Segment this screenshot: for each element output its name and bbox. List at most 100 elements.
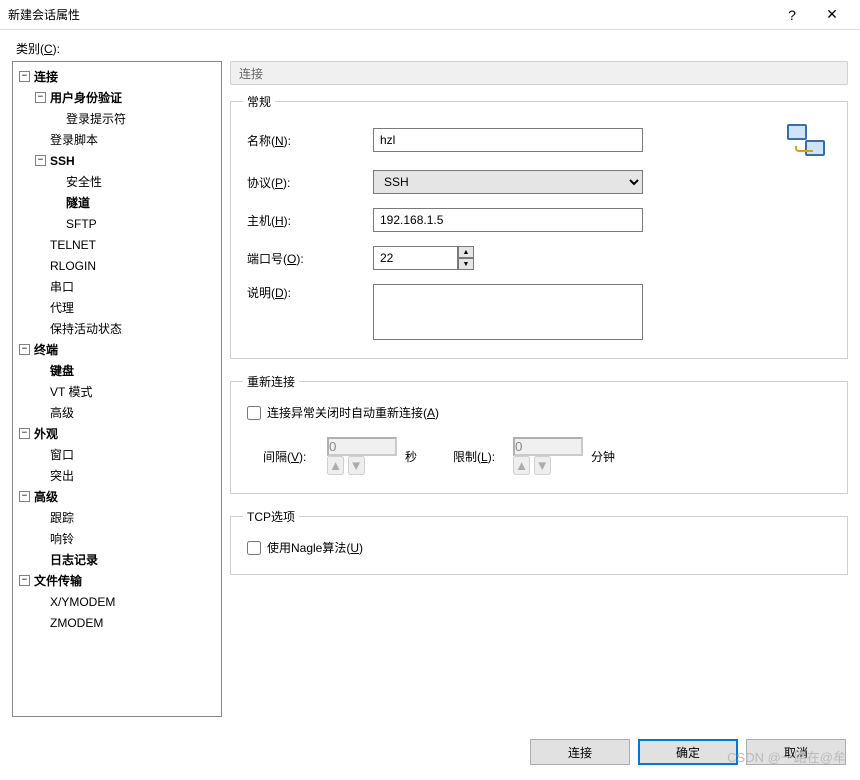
connect-button[interactable]: 连接 [530,739,630,765]
tree-item[interactable]: −终端 [13,339,221,360]
tree-item[interactable]: −文件传输 [13,570,221,591]
tree-item[interactable]: VT 模式 [13,381,221,402]
port-up[interactable]: ▲ [458,246,474,258]
collapse-icon[interactable]: − [35,155,46,166]
tree-item[interactable]: SFTP [13,213,221,234]
tree-item-label: 跟踪 [50,509,74,526]
window-title: 新建会话属性 [8,6,772,23]
tree-item-label: 登录脚本 [50,131,98,148]
host-label: 主机(H): [243,212,373,229]
tree-item-label: X/YMODEM [50,595,115,609]
tree-item[interactable]: 突出 [13,465,221,486]
collapse-icon[interactable]: − [19,428,30,439]
tree-item-label: VT 模式 [50,383,92,400]
tree-item[interactable]: −连接 [13,66,221,87]
interval-down: ▼ [348,456,365,475]
port-input[interactable] [373,246,458,270]
tree-item-label: 连接 [34,68,58,85]
collapse-icon[interactable]: − [19,71,30,82]
tree-item[interactable]: −高级 [13,486,221,507]
tree-item-label: SSH [50,154,75,168]
tree-item[interactable]: 跟踪 [13,507,221,528]
tree-item-label: 终端 [34,341,58,358]
protocol-label: 协议(P): [243,174,373,191]
auto-reconnect-label: 连接异常关闭时自动重新连接(A) [267,404,439,421]
tree-item[interactable]: 隧道 [13,192,221,213]
category-label: 类别(C): [0,30,860,61]
tree-item[interactable]: −外观 [13,423,221,444]
general-legend: 常规 [243,93,275,110]
tree-item[interactable]: 安全性 [13,171,221,192]
limit-up: ▲ [513,456,530,475]
nagle-label: 使用Nagle算法(U) [267,539,363,556]
tree-item-label: 外观 [34,425,58,442]
tree-item-label: 高级 [34,488,58,505]
tree-item[interactable]: 登录脚本 [13,129,221,150]
tree-item[interactable]: 高级 [13,402,221,423]
help-button[interactable]: ? [772,0,812,30]
tree-item[interactable]: RLOGIN [13,255,221,276]
protocol-select[interactable]: SSH [373,170,643,194]
port-label: 端口号(O): [243,250,373,267]
port-down[interactable]: ▼ [458,258,474,270]
reconnect-group: 重新连接 连接异常关闭时自动重新连接(A) 间隔(V): ▲ ▼ 秒 限制(L)… [230,373,848,494]
tree-item-label: 保持活动状态 [50,320,122,337]
tree-item[interactable]: 登录提示符 [13,108,221,129]
interval-up: ▲ [327,456,344,475]
limit-unit: 分钟 [591,448,615,465]
ok-button[interactable]: 确定 [638,739,738,765]
tree-item-label: 登录提示符 [66,110,126,127]
tree-item[interactable]: 串口 [13,276,221,297]
tree-item-label: 高级 [50,404,74,421]
tree-item[interactable]: 窗口 [13,444,221,465]
tree-item[interactable]: TELNET [13,234,221,255]
tree-item[interactable]: −SSH [13,150,221,171]
host-input[interactable] [373,208,643,232]
tree-item-label: TELNET [50,238,96,252]
connection-icon [787,124,825,156]
tree-item-label: 键盘 [50,362,74,379]
tree-item[interactable]: 响铃 [13,528,221,549]
category-tree[interactable]: −连接−用户身份验证登录提示符登录脚本−SSH安全性隧道SFTPTELNETRL… [12,61,222,717]
tree-item[interactable]: 键盘 [13,360,221,381]
name-input[interactable] [373,128,643,152]
tree-item-label: 窗口 [50,446,74,463]
tree-item-label: 串口 [50,278,74,295]
tree-item[interactable]: −用户身份验证 [13,87,221,108]
tree-item-label: ZMODEM [50,616,103,630]
tree-item[interactable]: 代理 [13,297,221,318]
reconnect-legend: 重新连接 [243,373,299,390]
tcp-group: TCP选项 使用Nagle算法(U) [230,508,848,575]
tree-item-label: 日志记录 [50,551,98,568]
limit-down: ▼ [534,456,551,475]
tree-item-label: 代理 [50,299,74,316]
interval-unit: 秒 [405,448,417,465]
name-label: 名称(N): [243,132,373,149]
tree-item[interactable]: 保持活动状态 [13,318,221,339]
titlebar: 新建会话属性 ? ✕ [0,0,860,30]
panel-title: 连接 [230,61,848,85]
limit-input [513,437,583,456]
tree-item-label: 安全性 [66,173,102,190]
tree-item-label: SFTP [66,217,97,231]
tree-item-label: 隧道 [66,194,90,211]
tree-item-label: 突出 [50,467,74,484]
collapse-icon[interactable]: − [19,491,30,502]
port-spinner[interactable]: ▲ ▼ [373,246,474,270]
desc-textarea[interactable] [373,284,643,340]
cancel-button[interactable]: 取消 [746,739,846,765]
general-group: 常规 名称(N): 协议(P): SSH 主机(H): 端口号(O): [230,93,848,359]
tree-item[interactable]: ZMODEM [13,612,221,633]
nagle-checkbox[interactable] [247,541,261,555]
close-button[interactable]: ✕ [812,0,852,30]
collapse-icon[interactable]: − [35,92,46,103]
tree-item-label: RLOGIN [50,259,96,273]
collapse-icon[interactable]: − [19,344,30,355]
collapse-icon[interactable]: − [19,575,30,586]
footer: 连接 确定 取消 [0,729,860,775]
tree-item[interactable]: 日志记录 [13,549,221,570]
auto-reconnect-checkbox[interactable] [247,406,261,420]
tree-item[interactable]: X/YMODEM [13,591,221,612]
limit-label: 限制(L): [453,448,513,465]
interval-input [327,437,397,456]
